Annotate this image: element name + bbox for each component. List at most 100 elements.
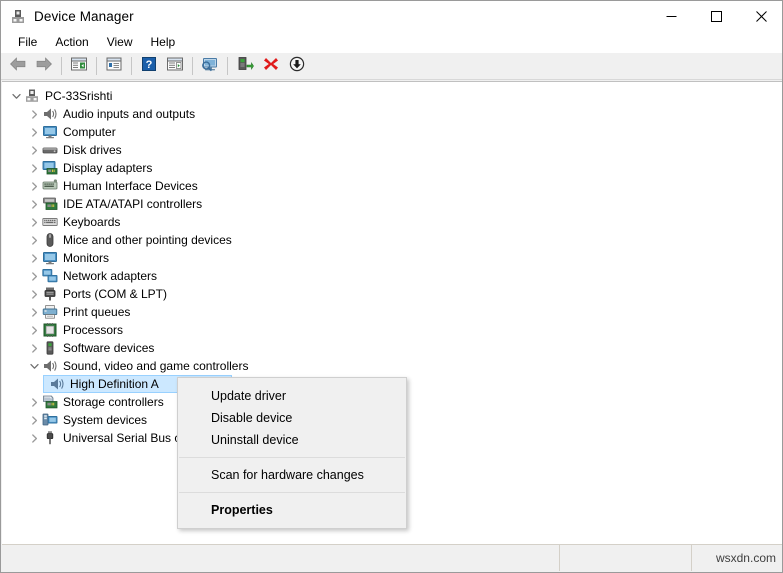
display-adapter-icon (42, 160, 58, 176)
chevron-right-icon[interactable] (26, 177, 42, 195)
context-menu-item-disable-device[interactable]: Disable device (178, 407, 406, 429)
tree-item-label: IDE ATA/ATAPI controllers (63, 197, 203, 211)
processor-icon (42, 322, 58, 338)
tree-item-processors[interactable]: Processors (2, 321, 782, 339)
scan-for-hardware-changes-button[interactable] (197, 54, 223, 78)
toolbar-separator-5 (227, 57, 228, 75)
tree-item-human-interface-devices[interactable]: Human Interface Devices (2, 177, 782, 195)
context-menu-group-scan: Scan for hardware changes (178, 463, 406, 487)
storage-controller-icon (42, 394, 58, 410)
tree-item-label: System devices (63, 413, 148, 427)
network-adapter-icon (42, 268, 58, 284)
device-manager-window: Device Manager File Action View Help ? P… (0, 0, 783, 573)
tree-item-network-adapters[interactable]: Network adapters (2, 267, 782, 285)
chevron-right-icon[interactable] (26, 213, 42, 231)
tree-item-label: Mice and other pointing devices (63, 233, 232, 247)
maximize-button[interactable] (694, 1, 739, 32)
menu-help[interactable]: Help (142, 33, 185, 52)
chevron-right-icon[interactable] (26, 303, 42, 321)
chevron-right-icon[interactable] (26, 285, 42, 303)
update-driver-icon (236, 56, 254, 77)
tree-item-ports-com-and-lpt[interactable]: Ports (COM & LPT) (2, 285, 782, 303)
chevron-right-icon[interactable] (26, 249, 42, 267)
menu-action[interactable]: Action (46, 33, 97, 52)
context-menu-group-device-actions: Update driver Disable device Uninstall d… (178, 384, 406, 452)
title-bar: Device Manager (1, 1, 782, 32)
chevron-right-icon[interactable] (26, 339, 42, 357)
menu-file[interactable]: File (9, 33, 46, 52)
speaker-icon (42, 106, 58, 122)
chevron-right-icon[interactable] (26, 411, 42, 429)
tree-item-ide-ata-atapi-controllers[interactable]: IDE ATA/ATAPI controllers (2, 195, 782, 213)
chevron-right-icon[interactable] (26, 141, 42, 159)
context-menu-item-uninstall-device[interactable]: Uninstall device (178, 429, 406, 451)
tree-item-label: Processors (63, 323, 124, 337)
tree-item-print-queues[interactable]: Print queues (2, 303, 782, 321)
chevron-right-icon[interactable] (26, 267, 42, 285)
context-menu-item-scan-for-hardware-changes[interactable]: Scan for hardware changes (178, 464, 406, 486)
tree-item-software-devices[interactable]: Software devices (2, 339, 782, 357)
chevron-right-icon[interactable] (26, 105, 42, 123)
properties-icon (105, 56, 123, 77)
properties-button[interactable] (101, 54, 127, 78)
close-button[interactable] (739, 1, 782, 32)
window-title: Device Manager (34, 9, 134, 24)
chevron-right-icon[interactable] (26, 195, 42, 213)
chevron-right-icon[interactable] (26, 123, 42, 141)
keyboard-icon (42, 214, 58, 230)
tree-item-disk-drives[interactable]: Disk drives (2, 141, 782, 159)
chevron-down-icon[interactable] (8, 87, 24, 105)
tree-item-label: Print queues (63, 305, 131, 319)
status-bar: wsxdn.com (2, 544, 782, 571)
console-tree-icon (70, 56, 88, 77)
toolbar-separator-4 (192, 57, 193, 75)
chevron-right-icon[interactable] (26, 321, 42, 339)
tree-item-mice-and-other-pointing-devices[interactable]: Mice and other pointing devices (2, 231, 782, 249)
disable-device-button[interactable] (284, 54, 310, 78)
help-button[interactable]: ? (136, 54, 162, 78)
chevron-right-icon[interactable] (26, 429, 42, 447)
tree-item-root[interactable]: PC-33Srishti (2, 87, 782, 105)
ide-controller-icon (42, 196, 58, 212)
tree-item-monitors[interactable]: Monitors (2, 249, 782, 267)
forward-button[interactable] (31, 54, 57, 78)
printer-icon (42, 304, 58, 320)
toolbar-separator-3 (131, 57, 132, 75)
tree-item-label: Software devices (63, 341, 155, 355)
svg-text:?: ? (146, 59, 153, 71)
tree-item-keyboards[interactable]: Keyboards (2, 213, 782, 231)
tree-item-label: Monitors (63, 251, 110, 265)
show-hide-console-tree-button[interactable] (66, 54, 92, 78)
monitor-icon (42, 250, 58, 266)
chevron-right-icon[interactable] (26, 231, 42, 249)
back-button[interactable] (5, 54, 31, 78)
disk-drive-icon (42, 142, 58, 158)
tree-item-label: Human Interface Devices (63, 179, 198, 193)
uninstall-device-button[interactable] (258, 54, 284, 78)
context-menu-item-properties[interactable]: Properties (178, 499, 406, 521)
tree-item-audio-inputs-and-outputs[interactable]: Audio inputs and outputs (2, 105, 782, 123)
tree-item-label: Sound, video and game controllers (63, 359, 249, 373)
context-menu-item-update-driver[interactable]: Update driver (178, 385, 406, 407)
watermark-text: wsxdn.com (715, 551, 776, 565)
show-hide-action-pane-button[interactable] (162, 54, 188, 78)
minimize-button[interactable] (649, 1, 694, 32)
tree-item-display-adapters[interactable]: Display adapters (2, 159, 782, 177)
chevron-down-icon[interactable] (26, 357, 42, 375)
tree-item-label: Ports (COM & LPT) (63, 287, 168, 301)
toolbar-separator-1 (61, 57, 62, 75)
context-menu[interactable]: Update driver Disable device Uninstall d… (177, 377, 407, 529)
port-icon (42, 286, 58, 302)
menu-view[interactable]: View (98, 33, 142, 52)
tree-item-sound-video-and-game-controllers[interactable]: Sound, video and game controllers (2, 357, 782, 375)
red-x-icon (263, 56, 279, 77)
chevron-right-icon[interactable] (26, 393, 42, 411)
window-controls (649, 1, 782, 32)
question-mark-icon: ? (141, 56, 157, 77)
chevron-right-icon[interactable] (26, 159, 42, 177)
update-driver-button[interactable] (232, 54, 258, 78)
context-menu-separator-1 (179, 457, 405, 458)
tree-item-label: Universal Serial Bus c (63, 431, 181, 445)
tree-item-computer[interactable]: Computer (2, 123, 782, 141)
hid-icon (42, 178, 58, 194)
